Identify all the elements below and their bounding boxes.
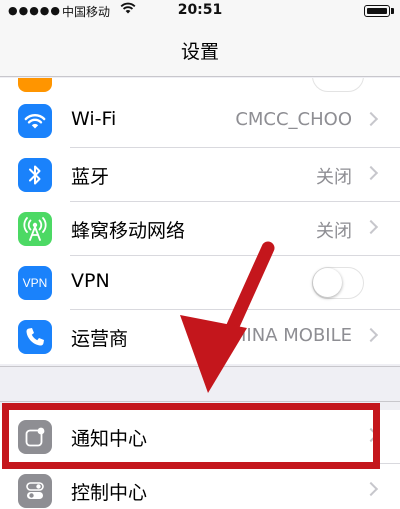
settings-row-control-center[interactable]: 控制中心	[0, 464, 400, 509]
row-label: 蜂窝移动网络	[71, 220, 186, 242]
battery-icon	[364, 5, 390, 17]
cellular-icon	[18, 212, 52, 246]
annotation-highlight-box	[2, 403, 380, 469]
vpn-toggle[interactable]	[312, 267, 364, 299]
navigation-bar: 设置	[0, 22, 400, 77]
row-label: 运营商	[71, 328, 129, 350]
battery-cap	[391, 8, 394, 14]
section-gap	[0, 366, 400, 402]
settings-row-carrier[interactable]: 运营商 CHINA MOBILE	[0, 310, 400, 364]
row-label: 蓝牙	[71, 166, 110, 188]
settings-row-cellular[interactable]: 蜂窝移动网络 关闭	[0, 202, 400, 256]
settings-row-vpn: VPN VPN	[0, 256, 400, 310]
partial-row-airplane[interactable]	[0, 78, 400, 94]
chevron-right-icon	[363, 111, 379, 127]
row-label: 控制中心	[71, 482, 148, 504]
phone-icon	[18, 320, 52, 354]
airplane-mode-icon	[18, 78, 52, 92]
row-label: Wi-Fi	[71, 108, 117, 130]
chevron-right-icon	[363, 219, 379, 235]
settings-row-bluetooth[interactable]: 蓝牙 关闭	[0, 148, 400, 202]
control-center-icon	[18, 474, 52, 508]
page-title: 设置	[180, 41, 219, 63]
chevron-right-icon	[363, 327, 379, 343]
bluetooth-icon	[18, 158, 52, 192]
row-label: VPN	[71, 270, 110, 292]
settings-row-wifi[interactable]: Wi-Fi CMCC_CHOO	[0, 94, 400, 148]
row-value: CMCC_CHOO	[235, 109, 352, 130]
status-bar: ●●●●● 中国移动 20:51	[0, 0, 400, 22]
vpn-icon: VPN	[18, 266, 52, 300]
chevron-right-icon	[363, 481, 379, 497]
row-value: CHINA MOBILE	[220, 325, 352, 346]
row-value: 关闭	[316, 167, 352, 188]
toggle-knob	[313, 268, 342, 297]
wifi-icon	[18, 104, 52, 138]
row-value: 关闭	[316, 221, 352, 242]
chevron-right-icon	[363, 165, 379, 181]
airplane-mode-toggle[interactable]	[312, 78, 364, 92]
status-time: 20:51	[177, 2, 223, 18]
